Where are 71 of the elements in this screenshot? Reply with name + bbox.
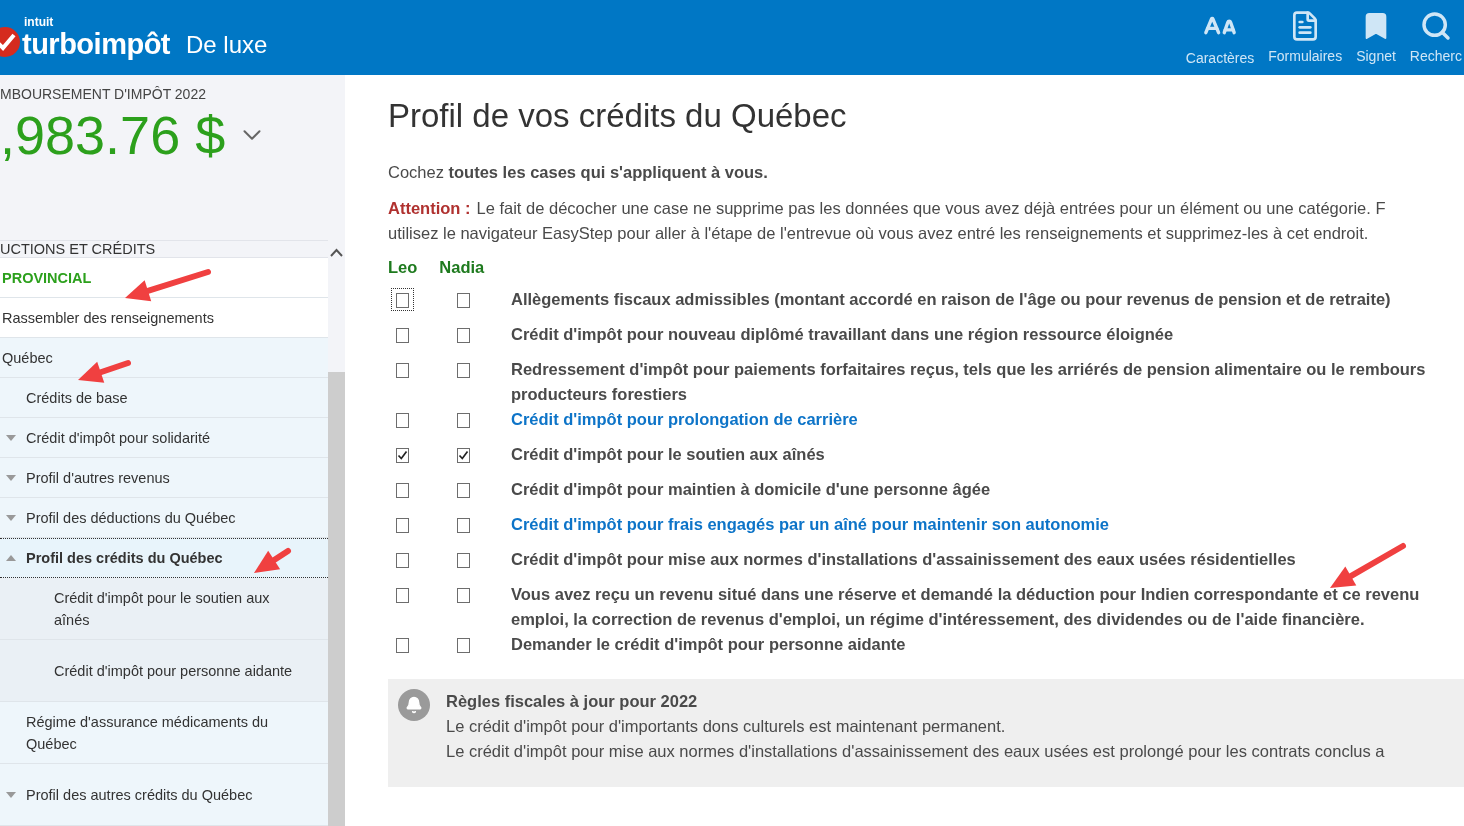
brand-name: turboimpôt xyxy=(22,27,170,60)
nav-item[interactable]: Profil des déductions du Québec xyxy=(0,498,328,538)
checkmark-icon xyxy=(397,450,408,461)
nav-item[interactable]: Crédit d'impôt pour le soutien aux aînés xyxy=(0,578,328,640)
checkbox[interactable] xyxy=(457,518,470,533)
credit-label: Crédit d'impôt pour nouveau diplômé travaillant dans une région ressource éloignée xyxy=(511,324,1174,345)
nav-item[interactable]: Profil d'autres revenus xyxy=(0,458,328,498)
checkmark-icon xyxy=(458,450,469,461)
checkbox[interactable] xyxy=(396,553,409,568)
refund-amount: ,983.76 $ xyxy=(0,104,226,167)
checkbox[interactable] xyxy=(457,363,470,378)
checkbox[interactable] xyxy=(396,483,409,498)
annotation-arrow xyxy=(254,548,291,573)
toolbar-button[interactable]: Recherc xyxy=(1407,9,1464,66)
toolbar-button[interactable]: Caractères xyxy=(1183,9,1257,66)
checkbox[interactable] xyxy=(396,588,409,603)
checkbox[interactable] xyxy=(457,328,470,343)
checkbox[interactable] xyxy=(457,588,470,603)
expand-caret-icon xyxy=(6,473,16,482)
toolbar-button[interactable]: Formulaires xyxy=(1266,9,1345,66)
credit-link[interactable]: Crédit d'impôt pour frais engagés par un aîné pour maintenir son autonomie xyxy=(511,512,1109,537)
nav-item[interactable]: Crédit d'impôt pour solidarité xyxy=(0,418,328,458)
nav-item[interactable]: Rassembler des renseignements xyxy=(0,298,328,338)
checkbox[interactable] xyxy=(396,413,409,428)
checkbox[interactable] xyxy=(396,363,409,378)
nav-item[interactable]: Québec xyxy=(0,338,328,378)
credit-label: Vous avez reçu un revenu situé dans une réserve et demandé la déduction pour Indien correspondante et ce revenu emploi, la correction de revenus d'emploi, un régime d'intéressement, des dividendes ou de l'aide financière. xyxy=(511,584,1420,630)
bell-icon xyxy=(398,689,430,721)
nav-item[interactable]: Profil des crédits du Québec xyxy=(0,538,328,578)
nav-item[interactable]: Crédit d'impôt pour personne aidante xyxy=(0,640,328,702)
collapse-caret-icon xyxy=(6,554,16,562)
section-heading: UCTIONS ET CRÉDITS xyxy=(0,240,328,258)
credit-label: Redressement d'impôt pour paiements forfaitaires reçus, tels que les arriérés de pension alimentaire ou le rembours producteurs forestiers xyxy=(511,359,1426,405)
checkbox[interactable] xyxy=(396,638,409,653)
notice-text: Le crédit d'impôt pour mise aux normes d'installations d'assainissement des eaux usées est prolongé pour les contrats conclus a xyxy=(446,741,1385,762)
notice-title: Règles fiscales à jour pour 2022 xyxy=(446,691,699,712)
page-title: Profil de vos crédits du Québec xyxy=(388,97,848,135)
credit-label: Crédit d'impôt pour mise aux normes d'installations d'assainissement des eaux usées résidentielles xyxy=(511,549,1296,570)
person-column-heading: Leo xyxy=(388,258,418,277)
nav-item[interactable]: Crédits de base xyxy=(0,378,328,418)
refund-label: MBOURSEMENT D'IMPÔT 2022 xyxy=(0,86,207,102)
instruction-text: Cochez toutes les cases qui s'appliquent à vous. xyxy=(388,163,769,182)
toolbar-button[interactable]: Signet xyxy=(1354,9,1398,66)
checkbox[interactable] xyxy=(457,483,470,498)
credit-label: Demander le crédit d'impôt pour personne aidante xyxy=(511,634,906,655)
credit-label: Crédit d'impôt pour maintien à domicile d'une personne âgée xyxy=(511,479,991,500)
expand-caret-icon xyxy=(6,513,16,522)
person-column-heading: Nadia xyxy=(439,258,485,277)
brand-tagline: intuit xyxy=(24,15,55,28)
expand-caret-icon xyxy=(6,433,16,442)
checkbox[interactable] xyxy=(457,293,470,308)
checkbox[interactable] xyxy=(396,328,409,343)
checkbox[interactable] xyxy=(457,413,470,428)
checkbox[interactable] xyxy=(396,448,409,463)
warning-text: Attention : Le fait de décocher une case ne supprime pas les données que vous avez déjà entrées pour un élément ou une catégorie. F utilisez le navigateur EasyStep pour aller à l'étape de l'entrevue où vous avez entré les renseignements et supprimez-les à cet endroit. xyxy=(388,198,1387,244)
checkbox[interactable] xyxy=(396,293,409,308)
checkbox[interactable] xyxy=(396,518,409,533)
edition-label: De luxe xyxy=(186,30,268,59)
checkbox[interactable] xyxy=(457,448,470,463)
credit-label: Allègements fiscaux admissibles (montant accordé en raison de l'âge ou pour revenus de pension et de retraite) xyxy=(511,289,1391,310)
checkbox[interactable] xyxy=(457,638,470,653)
credit-label: Crédit d'impôt pour le soutien aux aînés xyxy=(511,444,825,465)
expand-caret-icon xyxy=(6,790,16,799)
annotation-arrow xyxy=(78,360,131,383)
nav-item[interactable]: Régime d'assurance médicaments du Québec xyxy=(0,702,328,764)
nav-item[interactable]: Profil des autres crédits du Québec xyxy=(0,764,328,826)
notice-text: Le crédit d'impôt pour d'importants dons culturels est maintenant permanent. xyxy=(446,716,1007,737)
checkbox[interactable] xyxy=(457,553,470,568)
scrollbar-thumb[interactable] xyxy=(328,372,345,826)
credit-link[interactable]: Crédit d'impôt pour prolongation de carrière xyxy=(511,407,858,432)
search-icon xyxy=(1419,9,1452,42)
